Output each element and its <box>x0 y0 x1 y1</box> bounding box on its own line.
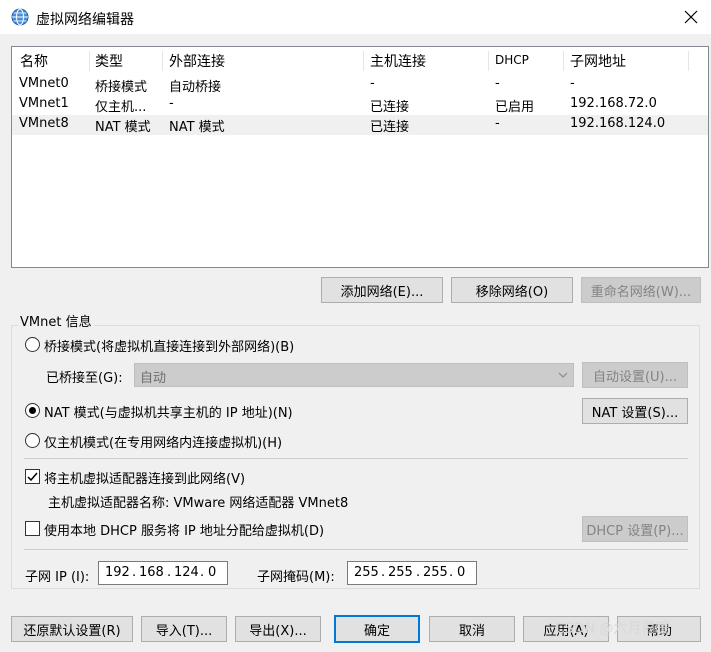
separator <box>24 458 688 459</box>
column-header-external[interactable]: 外部连接 <box>169 51 225 71</box>
table-row-selected[interactable]: VMnet8 NAT 模式 NAT 模式 已连接 - 192.168.124.0 <box>12 115 708 135</box>
cell-type: NAT 模式 <box>95 120 151 135</box>
cell-external: - <box>169 96 174 111</box>
ip-octet[interactable]: 0 <box>208 565 216 580</box>
cell-host: 已连接 <box>370 120 410 135</box>
ok-button[interactable]: 确定 <box>334 615 420 643</box>
close-icon <box>684 10 698 24</box>
cell-subnet: - <box>570 76 575 91</box>
host-only-radio[interactable] <box>25 433 40 448</box>
cell-name: VMnet8 <box>19 116 69 131</box>
connect-adapter-label[interactable]: 将主机虚拟适配器连接到此网络(V) <box>44 468 245 487</box>
nat-mode-label[interactable]: NAT 模式(与虚拟机共享主机的 IP 地址)(N) <box>44 402 293 421</box>
ip-octet[interactable]: 192 <box>105 565 130 580</box>
subnet-ip-label: 子网 IP (I): <box>25 570 90 585</box>
dhcp-label[interactable]: 使用本地 DHCP 服务将 IP 地址分配给虚拟机(D) <box>44 520 324 539</box>
cell-name: VMnet1 <box>19 96 69 111</box>
network-globe-icon <box>11 8 29 26</box>
vmnet-info-label: VMnet 信息 <box>18 311 94 330</box>
cell-external: NAT 模式 <box>169 120 225 135</box>
bridged-to-select[interactable]: 自动 <box>134 363 574 387</box>
checkmark-icon <box>27 472 38 482</box>
network-list[interactable]: 名称 类型 外部连接 主机连接 DHCP 子网地址 VMnet0 桥接模式 自动… <box>11 46 709 268</box>
bridged-mode-radio[interactable] <box>25 337 40 352</box>
host-only-label[interactable]: 仅主机模式(在专用网络内连接虚拟机)(H) <box>44 432 282 451</box>
subnet-ip-input[interactable]: 192 . 168 . 124 . 0 <box>98 561 228 585</box>
cell-host: 已连接 <box>370 100 410 115</box>
close-button[interactable] <box>676 4 706 30</box>
restore-defaults-button[interactable]: 还原默认设置(R) <box>11 616 133 642</box>
ip-octet[interactable]: 168 <box>139 565 164 580</box>
add-network-button[interactable]: 添加网络(E)... <box>321 277 443 303</box>
column-header-host[interactable]: 主机连接 <box>370 51 426 71</box>
cell-subnet: 192.168.72.0 <box>570 96 657 111</box>
mask-octet[interactable]: 255 <box>423 565 448 580</box>
export-button[interactable]: 导出(X)... <box>235 616 321 642</box>
subnet-mask-input[interactable]: 255 . 255 . 255 . 0 <box>347 561 477 585</box>
cell-external: 自动桥接 <box>169 80 222 95</box>
cell-subnet: 192.168.124.0 <box>570 116 666 131</box>
dhcp-settings-button[interactable]: DHCP 设置(P)... <box>582 516 688 542</box>
mask-octet[interactable]: 0 <box>457 565 465 580</box>
adapter-name-label: 主机虚拟适配器名称: VMware 网络适配器 VMnet8 <box>48 496 349 511</box>
separator <box>24 549 688 550</box>
column-header-subnet[interactable]: 子网地址 <box>570 51 626 71</box>
cell-type: 仅主机... <box>95 100 147 115</box>
cell-name: VMnet0 <box>19 76 69 91</box>
mask-octet[interactable]: 255 <box>354 565 379 580</box>
dhcp-checkbox[interactable] <box>25 521 40 536</box>
column-header-type[interactable]: 类型 <box>95 51 123 71</box>
nat-settings-button[interactable]: NAT 设置(S)... <box>582 398 688 424</box>
cell-host: - <box>370 76 375 91</box>
column-header-name[interactable]: 名称 <box>20 51 48 71</box>
table-row[interactable]: VMnet0 桥接模式 自动桥接 - - - <box>12 75 708 95</box>
rename-network-button[interactable]: 重命名网络(W)... <box>581 277 701 303</box>
subnet-mask-label: 子网掩码(M): <box>257 570 335 585</box>
list-header: 名称 类型 外部连接 主机连接 DHCP 子网地址 <box>12 47 708 73</box>
bridged-to-label: 已桥接至(G): <box>46 371 123 386</box>
window-title: 虚拟网络编辑器 <box>36 12 134 28</box>
nat-mode-radio[interactable] <box>25 403 40 418</box>
table-row[interactable]: VMnet1 仅主机... - 已连接 已启用 192.168.72.0 <box>12 95 708 115</box>
ip-octet[interactable]: 124 <box>174 565 199 580</box>
import-button[interactable]: 导入(T)... <box>141 616 227 642</box>
bridged-to-value: 自动 <box>140 371 167 386</box>
bridged-mode-label[interactable]: 桥接模式(将虚拟机直接连接到外部网络)(B) <box>44 336 294 355</box>
cancel-button[interactable]: 取消 <box>429 616 515 642</box>
column-header-dhcp[interactable]: DHCP <box>495 53 529 67</box>
cell-dhcp: - <box>495 116 500 131</box>
chevron-down-icon <box>557 369 569 385</box>
connect-adapter-checkbox[interactable] <box>25 469 40 484</box>
remove-network-button[interactable]: 移除网络(O) <box>451 277 573 303</box>
mask-octet[interactable]: 255 <box>388 565 413 580</box>
cell-dhcp: - <box>495 76 500 91</box>
auto-settings-button[interactable]: 自动设置(U)... <box>582 362 688 388</box>
cell-type: 桥接模式 <box>95 80 148 95</box>
cell-dhcp: 已启用 <box>495 100 535 115</box>
watermark: CSDN @六月很暖 <box>555 621 670 637</box>
